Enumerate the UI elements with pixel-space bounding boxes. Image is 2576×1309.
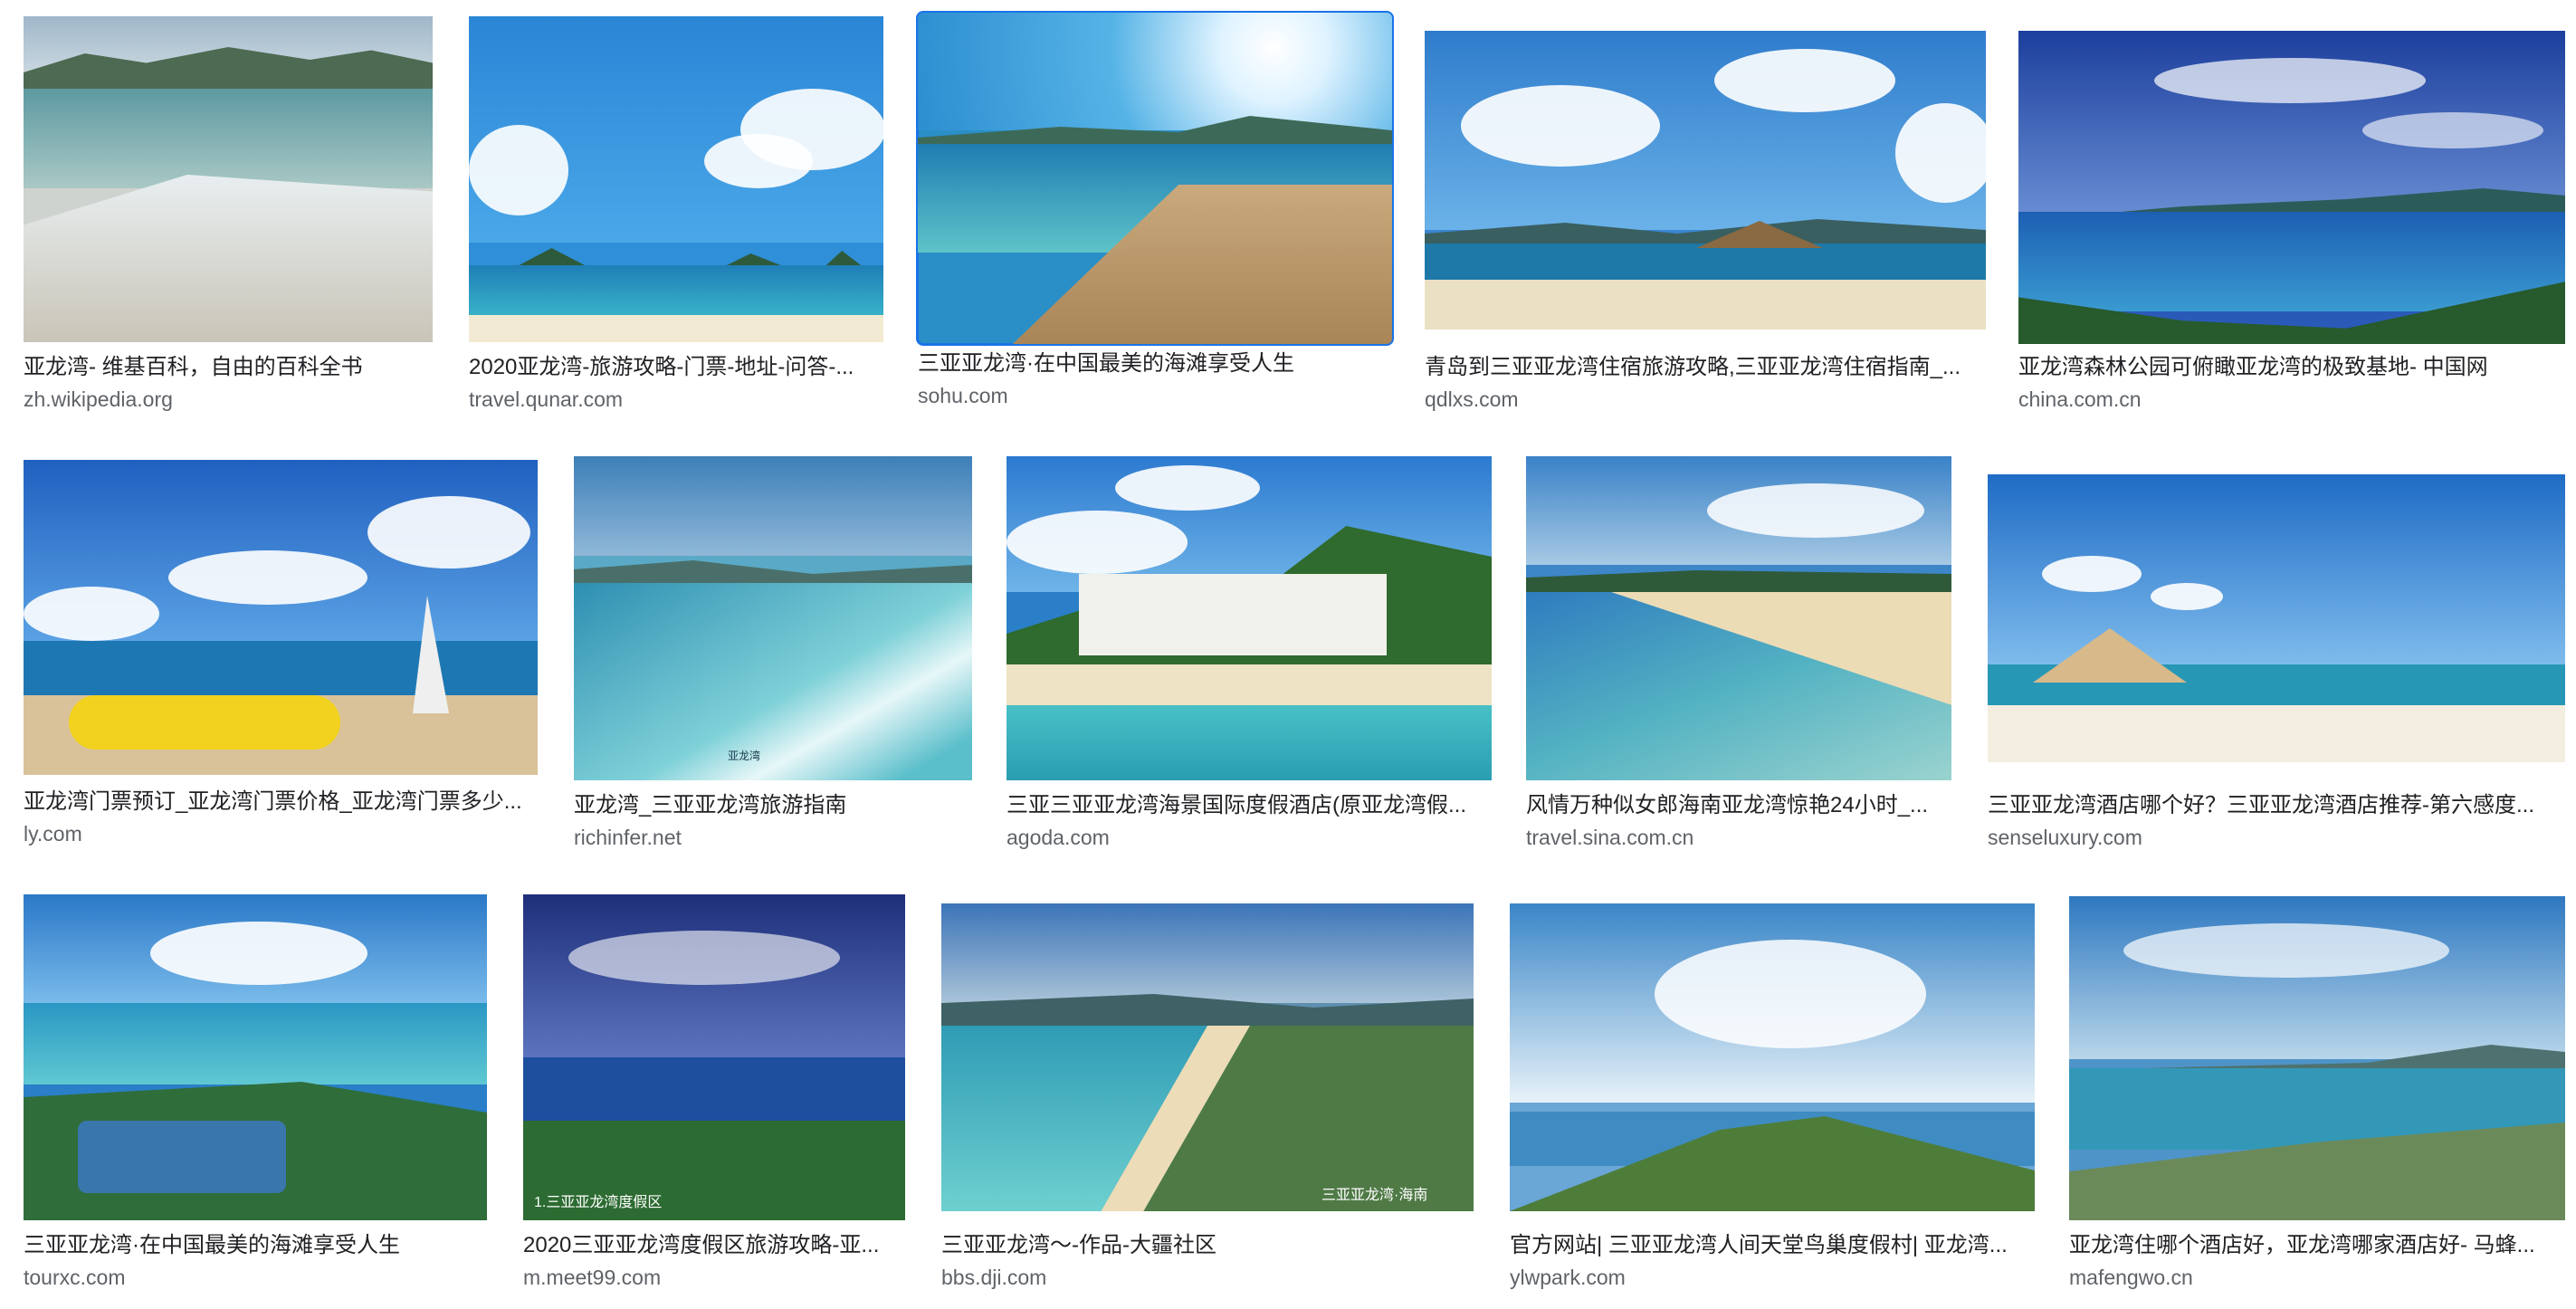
result-image-14[interactable] [1510,903,2035,1211]
result-title[interactable]: 2020三亚亚龙湾度假区旅游攻略-亚... [523,1231,903,1260]
result-domain: china.com.cn [2018,387,2142,411]
result-card-4[interactable]: 青岛到三亚亚龙湾住宿旅游攻略,三亚亚龙湾住宿指南_... qdlxs.com [1417,13,1997,429]
result-title[interactable]: 三亚亚龙湾·在中国最美的海滩享受人生 [24,1231,485,1260]
result-image-15[interactable] [2069,896,2565,1220]
result-domain: travel.sina.com.cn [1526,826,1694,849]
result-card-10[interactable]: 三亚亚龙湾酒店哪个好？三亚亚龙湾酒店推荐-第六感度... senseluxury… [1980,453,2572,869]
result-card-6[interactable]: 亚龙湾门票预订_亚龙湾门票价格_亚龙湾门票多少... ly.com [16,453,559,869]
result-card-14[interactable]: 官方网站| 三亚亚龙湾人间天堂鸟巢度假村| 亚龙湾... ylwpark.com [1503,893,2046,1309]
result-image-1[interactable] [24,16,433,342]
result-domain: ylwpark.com [1510,1266,1626,1289]
result-card-11[interactable]: 三亚亚龙湾·在中国最美的海滩享受人生 tourxc.com [16,893,505,1309]
result-domain: ly.com [24,822,82,846]
result-title[interactable]: 亚龙湾- 维基百科，自由的百科全书 [24,353,431,382]
result-image-9[interactable] [1526,456,1951,780]
result-domain: travel.qunar.com [469,387,624,411]
result-domain: richinfer.net [574,826,682,849]
result-domain: tourxc.com [24,1266,126,1289]
result-title[interactable]: 三亚亚龙湾～-作品-大疆社区 [941,1231,1466,1260]
result-image-5[interactable] [2018,31,2565,344]
result-title[interactable]: 青岛到三亚亚龙湾住宿旅游攻略,三亚亚龙湾住宿指南_... [1425,353,1977,382]
result-domain: zh.wikipedia.org [24,387,173,411]
result-image-12[interactable]: 1.三亚亚龙湾度假区 [523,894,905,1220]
result-title[interactable]: 三亚亚龙湾酒店哪个好？三亚亚龙湾酒店推荐-第六感度... [1988,791,2558,820]
result-domain: bbs.dji.com [941,1266,1047,1289]
result-title[interactable]: 亚龙湾森林公园可俯瞰亚龙湾的极致基地- 中国网 [2018,353,2562,382]
result-card-7[interactable]: 亚龙湾 亚龙湾_三亚亚龙湾旅游指南 richinfer.net [567,453,978,869]
result-image-3[interactable] [916,11,1394,346]
result-title[interactable]: 2020亚龙湾-旅游攻略-门票-地址-问答-... [469,353,885,382]
result-title[interactable]: 三亚三亚亚龙湾海景国际度假酒店(原亚龙湾假... [1007,791,1486,820]
result-image-11[interactable] [24,894,487,1220]
result-domain: qdlxs.com [1425,387,1519,411]
result-card-3[interactable]: 三亚亚龙湾·在中国最美的海滩享受人生 sohu.com [911,9,1399,429]
result-title[interactable]: 风情万种似女郎海南亚龙湾惊艳24小时_... [1526,791,1942,820]
result-domain: mafengwo.cn [2069,1266,2193,1289]
result-image-2[interactable] [469,16,883,342]
result-title[interactable]: 亚龙湾住哪个酒店好，亚龙湾哪家酒店好- 马蜂... [2069,1231,2558,1260]
result-domain: agoda.com [1007,826,1110,849]
result-image-6[interactable] [24,460,538,775]
image-caption: 三亚亚龙湾·海南 [1321,1188,1428,1203]
result-image-13[interactable]: 三亚亚龙湾·海南 [941,903,1474,1211]
result-card-2[interactable]: 2020亚龙湾-旅游攻略-门票-地址-问答-... travel.qunar.c… [462,13,896,429]
result-card-9[interactable]: 风情万种似女郎海南亚龙湾惊艳24小时_... travel.sina.com.c… [1519,453,1957,869]
image-caption: 1.三亚亚龙湾度假区 [534,1195,663,1210]
result-image-4[interactable] [1425,31,1986,330]
result-domain: senseluxury.com [1988,826,2142,849]
result-card-1[interactable]: 亚龙湾- 维基百科，自由的百科全书 zh.wikipedia.org [16,13,434,429]
result-card-5[interactable]: 亚龙湾森林公园可俯瞰亚龙湾的极致基地- 中国网 china.com.cn [2011,13,2572,429]
result-image-8[interactable] [1007,456,1492,780]
result-title[interactable]: 亚龙湾门票预订_亚龙湾门票价格_亚龙湾门票多少... [24,788,539,817]
result-card-12[interactable]: 1.三亚亚龙湾度假区 2020三亚亚龙湾度假区旅游攻略-亚... m.meet9… [516,893,914,1309]
result-title[interactable]: 亚龙湾_三亚亚龙湾旅游指南 [574,791,963,820]
result-title[interactable]: 三亚亚龙湾·在中国最美的海滩享受人生 [918,349,1388,378]
result-domain: m.meet99.com [523,1266,662,1289]
image-caption: 亚龙湾 [728,750,761,762]
result-image-7[interactable]: 亚龙湾 [574,456,972,780]
result-card-8[interactable]: 三亚三亚亚龙湾海景国际度假酒店(原亚龙湾假... agoda.com [999,453,1504,869]
result-card-15[interactable]: 亚龙湾住哪个酒店好，亚龙湾哪家酒店好- 马蜂... mafengwo.cn [2062,893,2572,1309]
result-card-13[interactable]: 三亚亚龙湾·海南 三亚亚龙湾～-作品-大疆社区 bbs.dji.com [934,893,1484,1309]
result-image-10[interactable] [1988,474,2565,762]
result-domain: sohu.com [918,384,1008,407]
result-title[interactable]: 官方网站| 三亚亚龙湾人间天堂鸟巢度假村| 亚龙湾... [1510,1231,2026,1260]
